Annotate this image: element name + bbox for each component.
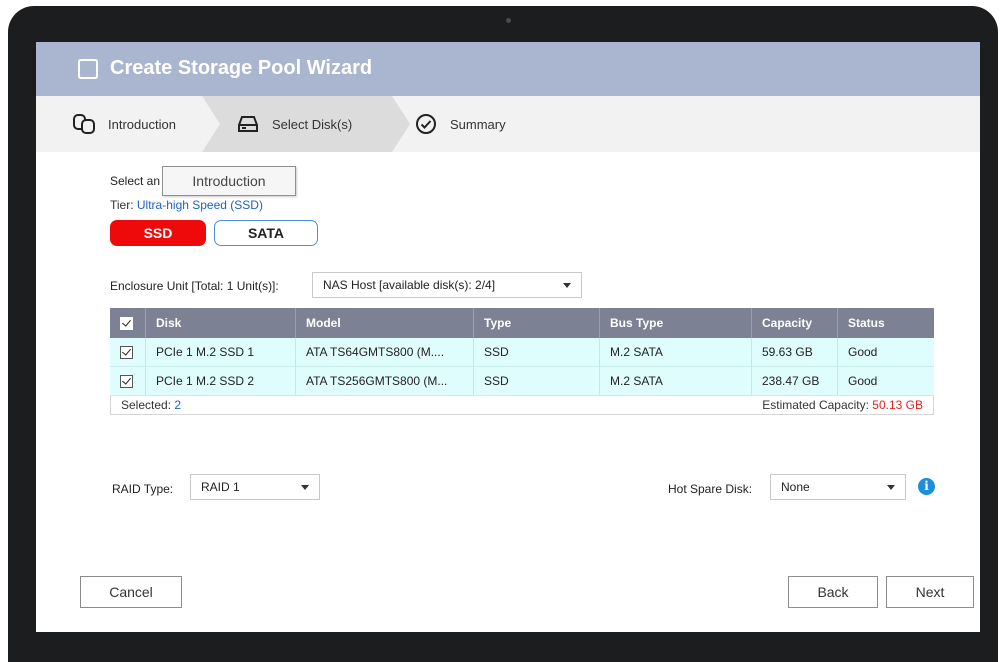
type-cell: SSD: [474, 338, 600, 366]
back-button[interactable]: Back: [788, 576, 878, 608]
step-introduction: Introduction: [72, 96, 176, 152]
wizard-titlebar: Create Storage Pool Wizard: [36, 42, 980, 96]
raid-type-select[interactable]: RAID 1: [190, 474, 320, 500]
tooltip: Introduction: [162, 166, 296, 196]
info-icon[interactable]: i: [918, 478, 935, 495]
step-label: Introduction: [108, 116, 176, 132]
tier-info: Tier: Ultra-high Speed (SSD): [110, 198, 263, 212]
model-cell: ATA TS256GMTS800 (M...: [296, 367, 474, 395]
hot-spare-value: None: [781, 480, 810, 494]
tier-value: Ultra-high Speed (SSD): [136, 198, 263, 212]
column-header[interactable]: Bus Type: [600, 308, 752, 338]
disk-table: Disk Model Type Bus Type Capacity Status…: [110, 308, 934, 415]
row-checkbox-cell: [110, 338, 146, 366]
disks-icon: [73, 114, 95, 134]
hot-spare-select[interactable]: None: [770, 474, 906, 500]
select-all-checkbox[interactable]: [120, 316, 133, 330]
selected-count: 2: [174, 398, 182, 412]
model-cell: ATA TS64GMTS800 (M....: [296, 338, 474, 366]
step-label: Select Disk(s): [272, 116, 353, 132]
tier-label: Tier:: [110, 198, 137, 212]
raid-type-label: RAID Type:: [112, 482, 174, 496]
ssd-tab-button[interactable]: SSD: [110, 220, 206, 246]
raid-type-value: RAID 1: [201, 480, 240, 494]
chevron-down-icon: [887, 485, 895, 490]
hot-spare-label: Hot Spare Disk:: [668, 482, 753, 496]
enclosure-label: Enclosure Unit [Total: 1 Unit(s)]:: [110, 279, 279, 293]
bus-type-cell: M.2 SATA: [600, 367, 752, 395]
camera-dot: [506, 18, 511, 23]
column-header[interactable]: Model: [296, 308, 474, 338]
table-footer: Selected: 2 Estimated Capacity: 50.13 GB: [110, 396, 934, 415]
column-header[interactable]: Status: [838, 308, 934, 338]
column-header[interactable]: Type: [474, 308, 600, 338]
disk-cell: PCIe 1 M.2 SSD 2: [146, 367, 296, 395]
chevron-down-icon: [301, 485, 309, 490]
row-checkbox-cell: [110, 367, 146, 395]
status-cell: Good: [848, 345, 878, 359]
bus-type-cell: M.2 SATA: [600, 338, 752, 366]
enclosure-select[interactable]: NAS Host [available disk(s): 2/4]: [312, 272, 582, 298]
estimated-label: Estimated Capacity:: [762, 398, 873, 412]
select-prompt: Select an: [110, 174, 161, 188]
type-cell: SSD: [474, 367, 600, 395]
step-select-disks: Select Disk(s): [236, 96, 352, 152]
hard-drive-icon: [238, 116, 258, 132]
step-summary: Summary: [414, 96, 506, 152]
status-cell: Good: [848, 374, 878, 388]
table-row[interactable]: PCIe 1 M.2 SSD 2 ATA TS256GMTS800 (M... …: [110, 367, 934, 396]
next-button[interactable]: Next: [886, 576, 974, 608]
column-header[interactable]: Capacity: [752, 308, 838, 338]
table-header: Disk Model Type Bus Type Capacity Status: [110, 308, 934, 338]
selected-summary: Selected: 2: [121, 398, 181, 412]
sata-tab-button[interactable]: SATA: [214, 220, 318, 246]
row-checkbox[interactable]: [120, 374, 133, 388]
select-all-cell: [110, 308, 146, 338]
capacity-cell: 238.47 GB: [752, 367, 838, 395]
column-header[interactable]: Disk: [146, 308, 296, 338]
estimated-capacity: Estimated Capacity: 50.13 GB: [762, 398, 923, 412]
check-circle-icon: [416, 114, 436, 134]
table-row[interactable]: PCIe 1 M.2 SSD 1 ATA TS64GMTS800 (M.... …: [110, 338, 934, 367]
wizard-window: Create Storage Pool Wizard Introduction …: [36, 42, 980, 632]
chevron-down-icon: [563, 283, 571, 288]
selected-label: Selected:: [121, 398, 175, 412]
wizard-content: Select an Introduction Tier: Ultra-high …: [36, 152, 980, 632]
wizard-title: Create Storage Pool Wizard: [110, 57, 373, 79]
cancel-button[interactable]: Cancel: [80, 576, 182, 608]
step-label: Summary: [450, 116, 506, 132]
disk-cell: PCIe 1 M.2 SSD 1: [146, 338, 296, 366]
enclosure-value: NAS Host [available disk(s): 2/4]: [323, 278, 496, 292]
estimated-value: 50.13 GB: [872, 398, 923, 412]
capacity-cell: 59.63 GB: [752, 338, 838, 366]
row-checkbox[interactable]: [120, 345, 133, 359]
storage-pool-icon: [78, 59, 98, 79]
wizard-steps: Introduction Select Disk(s) Summary: [36, 96, 980, 152]
